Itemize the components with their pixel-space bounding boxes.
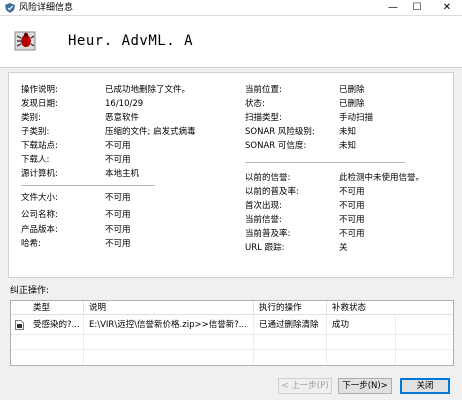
table-header: 类型 说明 执行的操作 补救状态	[11, 301, 453, 315]
row-status: 成功	[332, 320, 350, 330]
close-window-button[interactable]: ✕	[432, 0, 462, 16]
detail-label: 状态:	[245, 99, 265, 109]
document-icon	[15, 320, 24, 330]
detail-label: 以前的普及率:	[245, 187, 299, 197]
minimize-button[interactable]: —	[380, 0, 406, 16]
detail-label: 首次出现:	[245, 201, 282, 211]
norton-app-icon	[5, 3, 15, 13]
remediation-actions-label: 纠正操作:	[10, 286, 50, 296]
detail-value: 不可用	[105, 193, 131, 203]
detail-label: 操作说明:	[21, 85, 58, 95]
right-separator	[245, 162, 405, 163]
details-panel: 操作说明: 已成功地删除了文件。 发现日期: 16/10/29 类别: 恶意软件…	[8, 72, 454, 278]
detail-value: 已删除	[339, 99, 365, 109]
detail-value: 不可用	[105, 210, 131, 220]
detail-label: 当前位置:	[245, 85, 282, 95]
detail-label: 文件大小:	[21, 193, 58, 203]
threat-name: Heur. AdvML. A	[68, 33, 194, 49]
detail-value: 恶意软件	[105, 113, 140, 123]
detail-label: 公司名称:	[21, 210, 58, 220]
close-button[interactable]: 关闭	[400, 378, 450, 394]
detail-value: 未知	[339, 141, 357, 151]
detail-value: 不可用	[339, 187, 365, 197]
detail-label: 以前的信誉:	[245, 173, 291, 183]
detail-value: 本地主机	[105, 169, 140, 179]
detail-label: 下载人:	[21, 155, 50, 165]
detail-value: 不可用	[339, 215, 365, 225]
row-type: 受感染的?...	[33, 320, 80, 330]
detail-label: 当前普及率:	[245, 229, 291, 239]
detail-value: 关	[339, 243, 348, 253]
column-header-status[interactable]: 补救状态	[332, 302, 366, 314]
detail-label: 下载站点:	[21, 141, 58, 151]
detail-value: 不可用	[105, 225, 131, 235]
detail-label: SONAR 风险级别:	[245, 127, 315, 137]
detail-value: 手动扫描	[339, 113, 374, 123]
detail-value: 不可用	[105, 239, 131, 249]
detail-label: 当前信誉:	[245, 215, 282, 225]
detail-value: 压缩的文件; 启发式病毒	[105, 127, 196, 137]
detail-label: SONAR 可信度:	[245, 141, 307, 151]
detail-label: 子类别:	[21, 127, 50, 137]
detail-value: 已删除	[339, 85, 365, 95]
detail-value: 不可用	[339, 229, 365, 239]
bug-icon	[14, 31, 36, 51]
detail-value: 已成功地删除了文件。	[105, 85, 191, 95]
column-header-description[interactable]: 说明	[89, 302, 106, 314]
detail-label: URL 跟踪:	[245, 243, 285, 253]
detail-label: 产品版本:	[21, 225, 58, 235]
detail-label: 类别:	[21, 113, 41, 123]
detail-value: 16/10/29	[105, 99, 144, 109]
detail-label: 发现日期:	[21, 99, 58, 109]
left-separator	[21, 185, 155, 186]
threat-header: Heur. AdvML. A	[0, 16, 462, 68]
detail-value: 未知	[339, 127, 357, 137]
maximize-button[interactable]: ☐	[404, 0, 430, 16]
detail-label: 源计算机:	[21, 169, 58, 179]
detail-value: 此检测中未使用信誉。	[339, 173, 425, 183]
row-description: E:\VIR\远控\信誉新价格.zip>>信誉新?...	[89, 320, 247, 330]
row-action: 已通过删除清除	[259, 320, 319, 330]
next-button[interactable]: 下一步(N)>	[338, 378, 392, 394]
detail-label: 扫描类型:	[245, 113, 282, 123]
window-title: 风险详细信息	[19, 3, 74, 13]
detail-value: 不可用	[105, 155, 131, 165]
detail-value: 不可用	[339, 201, 365, 211]
detail-label: 哈希:	[21, 239, 41, 249]
column-header-type[interactable]: 类型	[33, 302, 50, 314]
remediation-table[interactable]: 类型 说明 执行的操作 补救状态 受感染的?... E:\VIR\远控\信誉新价…	[10, 300, 454, 366]
column-header-action[interactable]: 执行的操作	[259, 302, 302, 314]
title-bar: 风险详细信息 — ☐ ✕	[0, 0, 462, 16]
detail-value: 不可用	[105, 141, 131, 151]
previous-button[interactable]: < 上一步(P)	[278, 378, 332, 394]
